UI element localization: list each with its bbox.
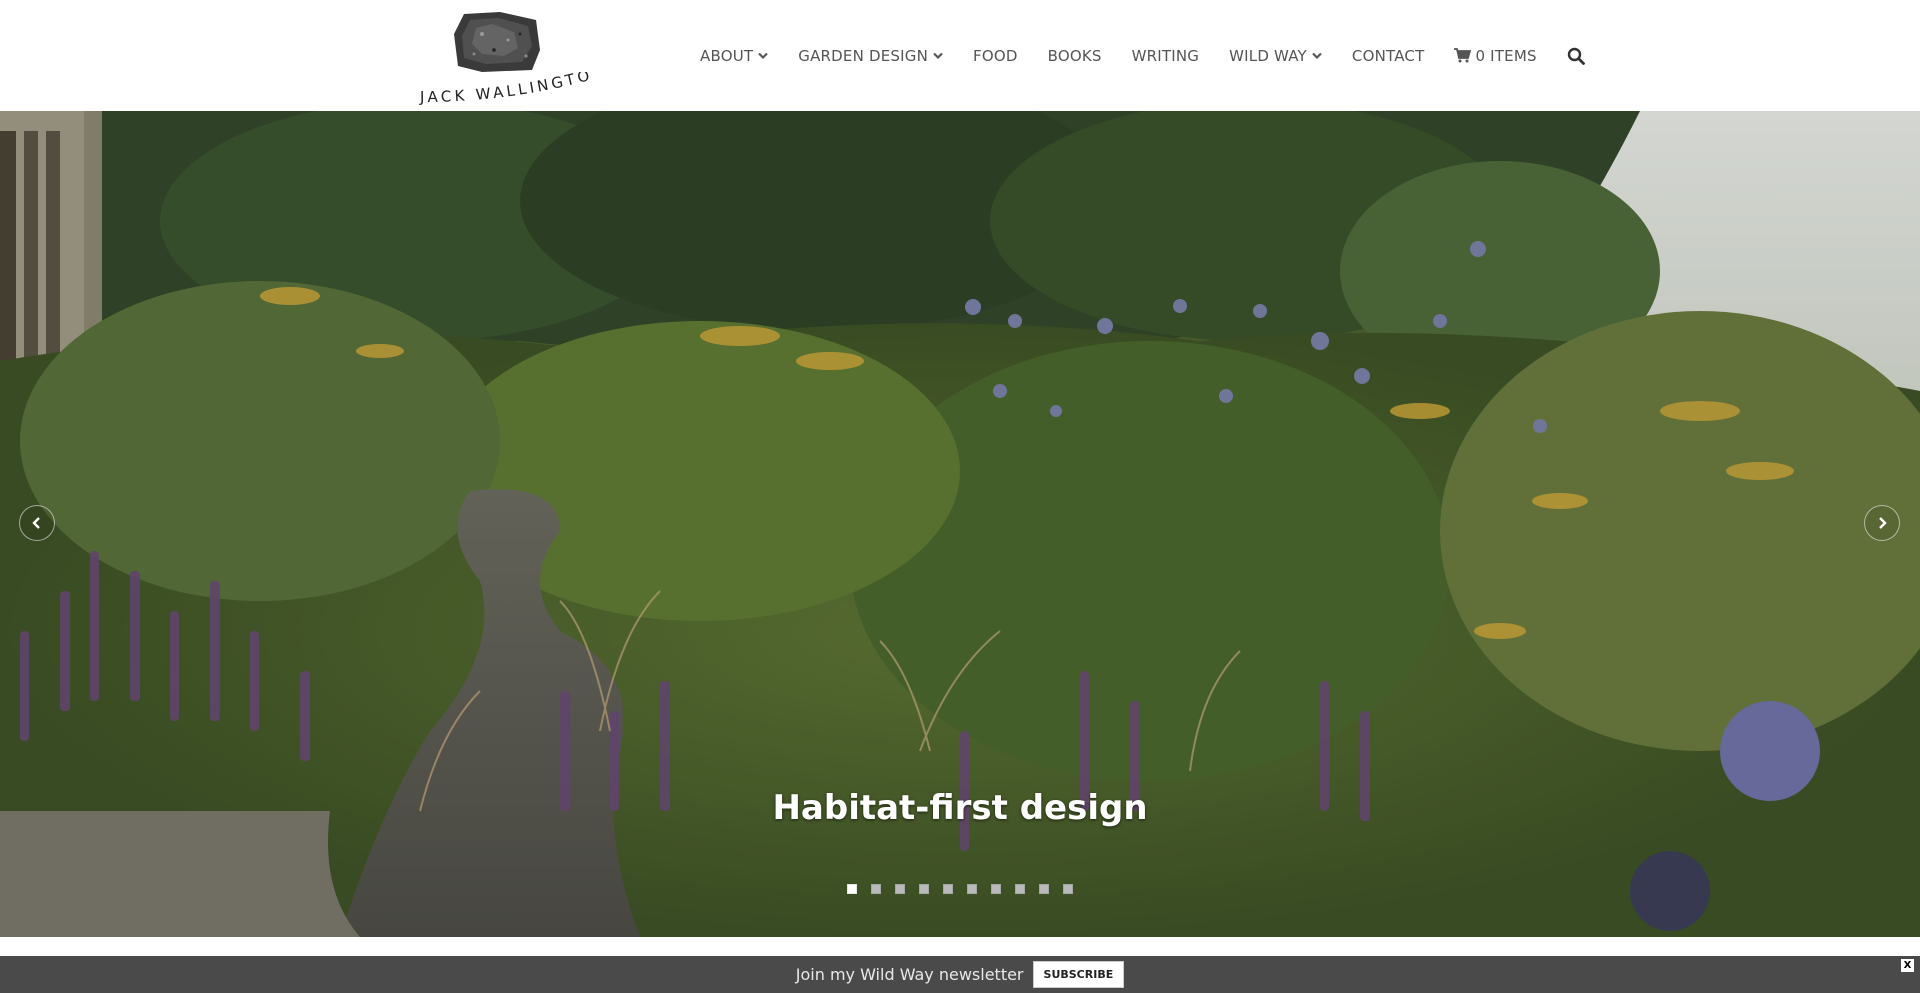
hero-caption: Habitat-first design xyxy=(772,788,1148,828)
slide-dot-2[interactable] xyxy=(871,884,881,894)
newsletter-bar: Join my Wild Way newsletter SUBSCRIBE X xyxy=(0,956,1920,993)
nav-item-label: CONTACT xyxy=(1351,46,1425,65)
chevron-left-icon xyxy=(32,517,40,529)
nav-item-label: ABOUT xyxy=(700,46,754,65)
logo-wordmark: JACK WALLINGTON xyxy=(418,72,593,106)
subscribe-button[interactable]: SUBSCRIBE xyxy=(1032,961,1125,988)
newsletter-text: Join my Wild Way newsletter xyxy=(795,965,1024,984)
nav-item-food[interactable]: FOOD xyxy=(973,47,1018,65)
nav-item-wild-way[interactable]: WILD WAY xyxy=(1229,47,1322,65)
nav-item-contact[interactable]: CONTACT xyxy=(1352,47,1425,65)
chevron-down-icon xyxy=(1312,52,1322,59)
nav-item-about[interactable]: ABOUT xyxy=(700,46,769,65)
chevron-down-icon xyxy=(758,52,769,59)
cart-link[interactable]: 0 ITEMS xyxy=(1454,46,1537,65)
site-header: JACK WALLINGTON ABOUT GARDEN DESIGN FOOD… xyxy=(0,0,1920,111)
slide-dot-10[interactable] xyxy=(1063,884,1073,894)
nav-item-books[interactable]: BOOKS xyxy=(1048,47,1102,65)
chevron-right-icon xyxy=(1879,517,1887,529)
slide-dot-7[interactable] xyxy=(991,884,1001,894)
chevron-down-icon xyxy=(933,52,943,59)
slide-dot-1[interactable] xyxy=(847,884,857,894)
stone-logo-icon xyxy=(454,12,540,72)
nav-item-writing[interactable]: WRITING xyxy=(1132,47,1200,65)
slider-pagination xyxy=(0,884,1920,894)
nav-item-label: BOOKS xyxy=(1047,46,1102,65)
svg-text:JACK WALLINGTON: JACK WALLINGTON xyxy=(418,72,593,106)
slide-dot-4[interactable] xyxy=(919,884,929,894)
hero-slider: Habitat-first design xyxy=(0,111,1920,937)
search-icon[interactable] xyxy=(1567,47,1585,65)
cart-icon xyxy=(1454,48,1472,63)
newsletter-close-button[interactable]: X xyxy=(1901,959,1914,972)
cart-label: 0 ITEMS xyxy=(1475,46,1537,65)
nav-item-garden-design[interactable]: GARDEN DESIGN xyxy=(798,47,943,65)
nav-item-label: WRITING xyxy=(1131,46,1200,65)
nav-item-label: GARDEN DESIGN xyxy=(798,46,928,65)
slide-dot-6[interactable] xyxy=(967,884,977,894)
site-logo[interactable]: JACK WALLINGTON xyxy=(418,10,593,106)
slide-dot-5[interactable] xyxy=(943,884,953,894)
nav-item-label: WILD WAY xyxy=(1229,46,1307,65)
slide-dot-9[interactable] xyxy=(1039,884,1049,894)
slide-dot-8[interactable] xyxy=(1015,884,1025,894)
main-nav: ABOUT GARDEN DESIGN FOOD BOOKS WRITING W… xyxy=(700,0,1585,111)
slider-next-button[interactable] xyxy=(1864,505,1900,541)
slide-dot-3[interactable] xyxy=(895,884,905,894)
slider-prev-button[interactable] xyxy=(19,505,55,541)
nav-item-label: FOOD xyxy=(973,46,1018,65)
